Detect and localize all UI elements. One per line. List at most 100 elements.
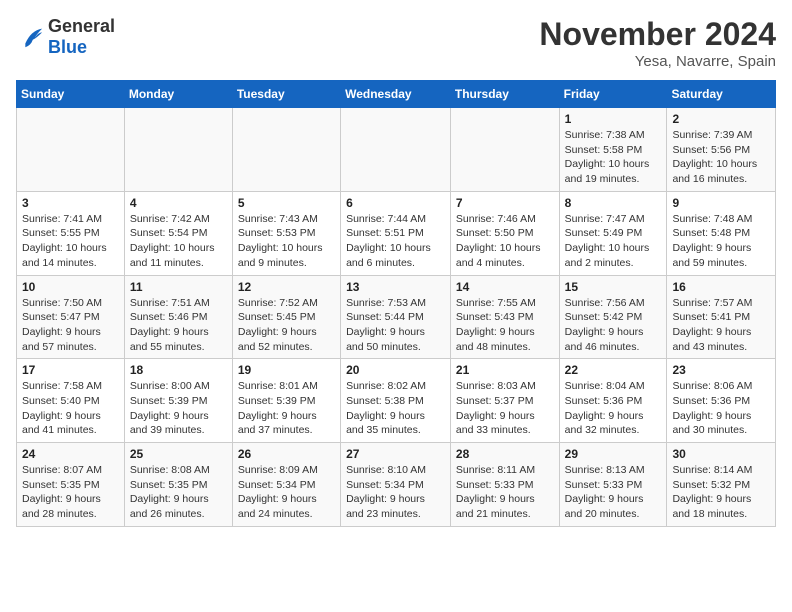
calendar-day-cell [124, 108, 232, 192]
day-number: 28 [456, 447, 554, 461]
day-number: 25 [130, 447, 227, 461]
calendar-day-cell: 10 Sunrise: 7:50 AM Sunset: 5:47 PM Dayli… [17, 275, 125, 359]
day-info: Sunrise: 7:43 AM Sunset: 5:53 PM Dayligh… [238, 212, 335, 271]
calendar-day-cell: 1 Sunrise: 7:38 AM Sunset: 5:58 PM Daylig… [559, 108, 667, 192]
calendar-day-cell: 22 Sunrise: 8:04 AM Sunset: 5:36 PM Dayli… [559, 359, 667, 443]
day-info: Sunrise: 7:39 AM Sunset: 5:56 PM Dayligh… [672, 128, 770, 187]
calendar-day-cell: 3 Sunrise: 7:41 AM Sunset: 5:55 PM Daylig… [17, 191, 125, 275]
calendar-day-cell [341, 108, 451, 192]
day-info: Sunrise: 7:50 AM Sunset: 5:47 PM Dayligh… [22, 296, 119, 355]
day-info: Sunrise: 7:58 AM Sunset: 5:40 PM Dayligh… [22, 379, 119, 438]
weekday-header-cell: Monday [124, 81, 232, 108]
day-number: 5 [238, 196, 335, 210]
day-number: 3 [22, 196, 119, 210]
logo-blue: Blue [48, 37, 87, 57]
title-block: November 2024 Yesa, Navarre, Spain [539, 16, 776, 70]
day-info: Sunrise: 7:52 AM Sunset: 5:45 PM Dayligh… [238, 296, 335, 355]
calendar-day-cell: 7 Sunrise: 7:46 AM Sunset: 5:50 PM Daylig… [450, 191, 559, 275]
calendar-day-cell: 15 Sunrise: 7:56 AM Sunset: 5:42 PM Dayli… [559, 275, 667, 359]
day-info: Sunrise: 7:38 AM Sunset: 5:58 PM Dayligh… [565, 128, 662, 187]
day-info: Sunrise: 8:02 AM Sunset: 5:38 PM Dayligh… [346, 379, 445, 438]
day-info: Sunrise: 7:46 AM Sunset: 5:50 PM Dayligh… [456, 212, 554, 271]
weekday-header-cell: Thursday [450, 81, 559, 108]
day-info: Sunrise: 7:44 AM Sunset: 5:51 PM Dayligh… [346, 212, 445, 271]
day-info: Sunrise: 7:47 AM Sunset: 5:49 PM Dayligh… [565, 212, 662, 271]
calendar-day-cell: 30Sunrise: 8:14 AM Sunset: 5:32 PM Dayli… [667, 443, 776, 527]
day-number: 11 [130, 280, 227, 294]
day-number: 10 [22, 280, 119, 294]
calendar-day-cell: 17Sunrise: 7:58 AM Sunset: 5:40 PM Dayli… [17, 359, 125, 443]
day-info: Sunrise: 7:41 AM Sunset: 5:55 PM Dayligh… [22, 212, 119, 271]
day-number: 20 [346, 363, 445, 377]
calendar-day-cell: 6Sunrise: 7:44 AM Sunset: 5:51 PM Daylig… [341, 191, 451, 275]
day-number: 23 [672, 363, 770, 377]
calendar-day-cell: 28 Sunrise: 8:11 AM Sunset: 5:33 PM Dayli… [450, 443, 559, 527]
day-number: 8 [565, 196, 662, 210]
day-info: Sunrise: 8:03 AM Sunset: 5:37 PM Dayligh… [456, 379, 554, 438]
calendar-day-cell: 25 Sunrise: 8:08 AM Sunset: 5:35 PM Dayli… [124, 443, 232, 527]
day-info: Sunrise: 8:13 AM Sunset: 5:33 PM Dayligh… [565, 463, 662, 522]
day-number: 22 [565, 363, 662, 377]
day-info: Sunrise: 8:01 AM Sunset: 5:39 PM Dayligh… [238, 379, 335, 438]
calendar-day-cell: 14 Sunrise: 7:55 AM Sunset: 5:43 PM Dayli… [450, 275, 559, 359]
logo: General Blue [16, 16, 115, 58]
day-info: Sunrise: 8:11 AM Sunset: 5:33 PM Dayligh… [456, 463, 554, 522]
day-number: 7 [456, 196, 554, 210]
day-info: Sunrise: 8:04 AM Sunset: 5:36 PM Dayligh… [565, 379, 662, 438]
day-info: Sunrise: 8:14 AM Sunset: 5:32 PM Dayligh… [672, 463, 770, 522]
calendar-day-cell: 5 Sunrise: 7:43 AM Sunset: 5:53 PM Daylig… [232, 191, 340, 275]
calendar-day-cell: 27 Sunrise: 8:10 AM Sunset: 5:34 PM Dayli… [341, 443, 451, 527]
calendar-week-row: 1 Sunrise: 7:38 AM Sunset: 5:58 PM Daylig… [17, 108, 776, 192]
day-info: Sunrise: 7:42 AM Sunset: 5:54 PM Dayligh… [130, 212, 227, 271]
day-number: 21 [456, 363, 554, 377]
day-number: 29 [565, 447, 662, 461]
day-number: 15 [565, 280, 662, 294]
day-info: Sunrise: 8:10 AM Sunset: 5:34 PM Dayligh… [346, 463, 445, 522]
logo-general: General [48, 16, 115, 36]
day-number: 4 [130, 196, 227, 210]
day-number: 14 [456, 280, 554, 294]
calendar-day-cell: 4 Sunrise: 7:42 AM Sunset: 5:54 PM Daylig… [124, 191, 232, 275]
calendar-day-cell: 23Sunrise: 8:06 AM Sunset: 5:36 PM Dayli… [667, 359, 776, 443]
calendar-day-cell: 18 Sunrise: 8:00 AM Sunset: 5:39 PM Dayli… [124, 359, 232, 443]
calendar-week-row: 3 Sunrise: 7:41 AM Sunset: 5:55 PM Daylig… [17, 191, 776, 275]
calendar-day-cell [232, 108, 340, 192]
location-subtitle: Yesa, Navarre, Spain [539, 53, 776, 70]
day-number: 9 [672, 196, 770, 210]
calendar-day-cell: 19 Sunrise: 8:01 AM Sunset: 5:39 PM Dayli… [232, 359, 340, 443]
calendar-day-cell: 24Sunrise: 8:07 AM Sunset: 5:35 PM Dayli… [17, 443, 125, 527]
calendar-week-row: 24Sunrise: 8:07 AM Sunset: 5:35 PM Dayli… [17, 443, 776, 527]
calendar-day-cell: 13 Sunrise: 7:53 AM Sunset: 5:44 PM Dayli… [341, 275, 451, 359]
calendar-day-cell: 11 Sunrise: 7:51 AM Sunset: 5:46 PM Dayli… [124, 275, 232, 359]
day-number: 26 [238, 447, 335, 461]
calendar-day-cell: 21 Sunrise: 8:03 AM Sunset: 5:37 PM Dayli… [450, 359, 559, 443]
calendar-day-cell: 12 Sunrise: 7:52 AM Sunset: 5:45 PM Dayli… [232, 275, 340, 359]
calendar-body: 1 Sunrise: 7:38 AM Sunset: 5:58 PM Daylig… [17, 108, 776, 527]
day-info: Sunrise: 7:48 AM Sunset: 5:48 PM Dayligh… [672, 212, 770, 271]
calendar-day-cell: 16Sunrise: 7:57 AM Sunset: 5:41 PM Dayli… [667, 275, 776, 359]
day-info: Sunrise: 7:51 AM Sunset: 5:46 PM Dayligh… [130, 296, 227, 355]
calendar-table: SundayMondayTuesdayWednesdayThursdayFrid… [16, 80, 776, 527]
calendar-week-row: 10 Sunrise: 7:50 AM Sunset: 5:47 PM Dayli… [17, 275, 776, 359]
day-info: Sunrise: 7:53 AM Sunset: 5:44 PM Dayligh… [346, 296, 445, 355]
day-number: 13 [346, 280, 445, 294]
weekday-header-row: SundayMondayTuesdayWednesdayThursdayFrid… [17, 81, 776, 108]
day-info: Sunrise: 7:55 AM Sunset: 5:43 PM Dayligh… [456, 296, 554, 355]
day-number: 19 [238, 363, 335, 377]
weekday-header-cell: Friday [559, 81, 667, 108]
calendar-day-cell: 2Sunrise: 7:39 AM Sunset: 5:56 PM Daylig… [667, 108, 776, 192]
day-info: Sunrise: 8:08 AM Sunset: 5:35 PM Dayligh… [130, 463, 227, 522]
calendar-day-cell [450, 108, 559, 192]
calendar-day-cell: 26Sunrise: 8:09 AM Sunset: 5:34 PM Dayli… [232, 443, 340, 527]
day-number: 27 [346, 447, 445, 461]
month-title: November 2024 [539, 16, 776, 53]
day-info: Sunrise: 7:57 AM Sunset: 5:41 PM Dayligh… [672, 296, 770, 355]
day-number: 12 [238, 280, 335, 294]
calendar-day-cell: 20 Sunrise: 8:02 AM Sunset: 5:38 PM Dayli… [341, 359, 451, 443]
day-info: Sunrise: 7:56 AM Sunset: 5:42 PM Dayligh… [565, 296, 662, 355]
day-info: Sunrise: 8:00 AM Sunset: 5:39 PM Dayligh… [130, 379, 227, 438]
calendar-day-cell: 9 Sunrise: 7:48 AM Sunset: 5:48 PM Daylig… [667, 191, 776, 275]
day-number: 1 [565, 112, 662, 126]
day-number: 24 [22, 447, 119, 461]
day-number: 18 [130, 363, 227, 377]
